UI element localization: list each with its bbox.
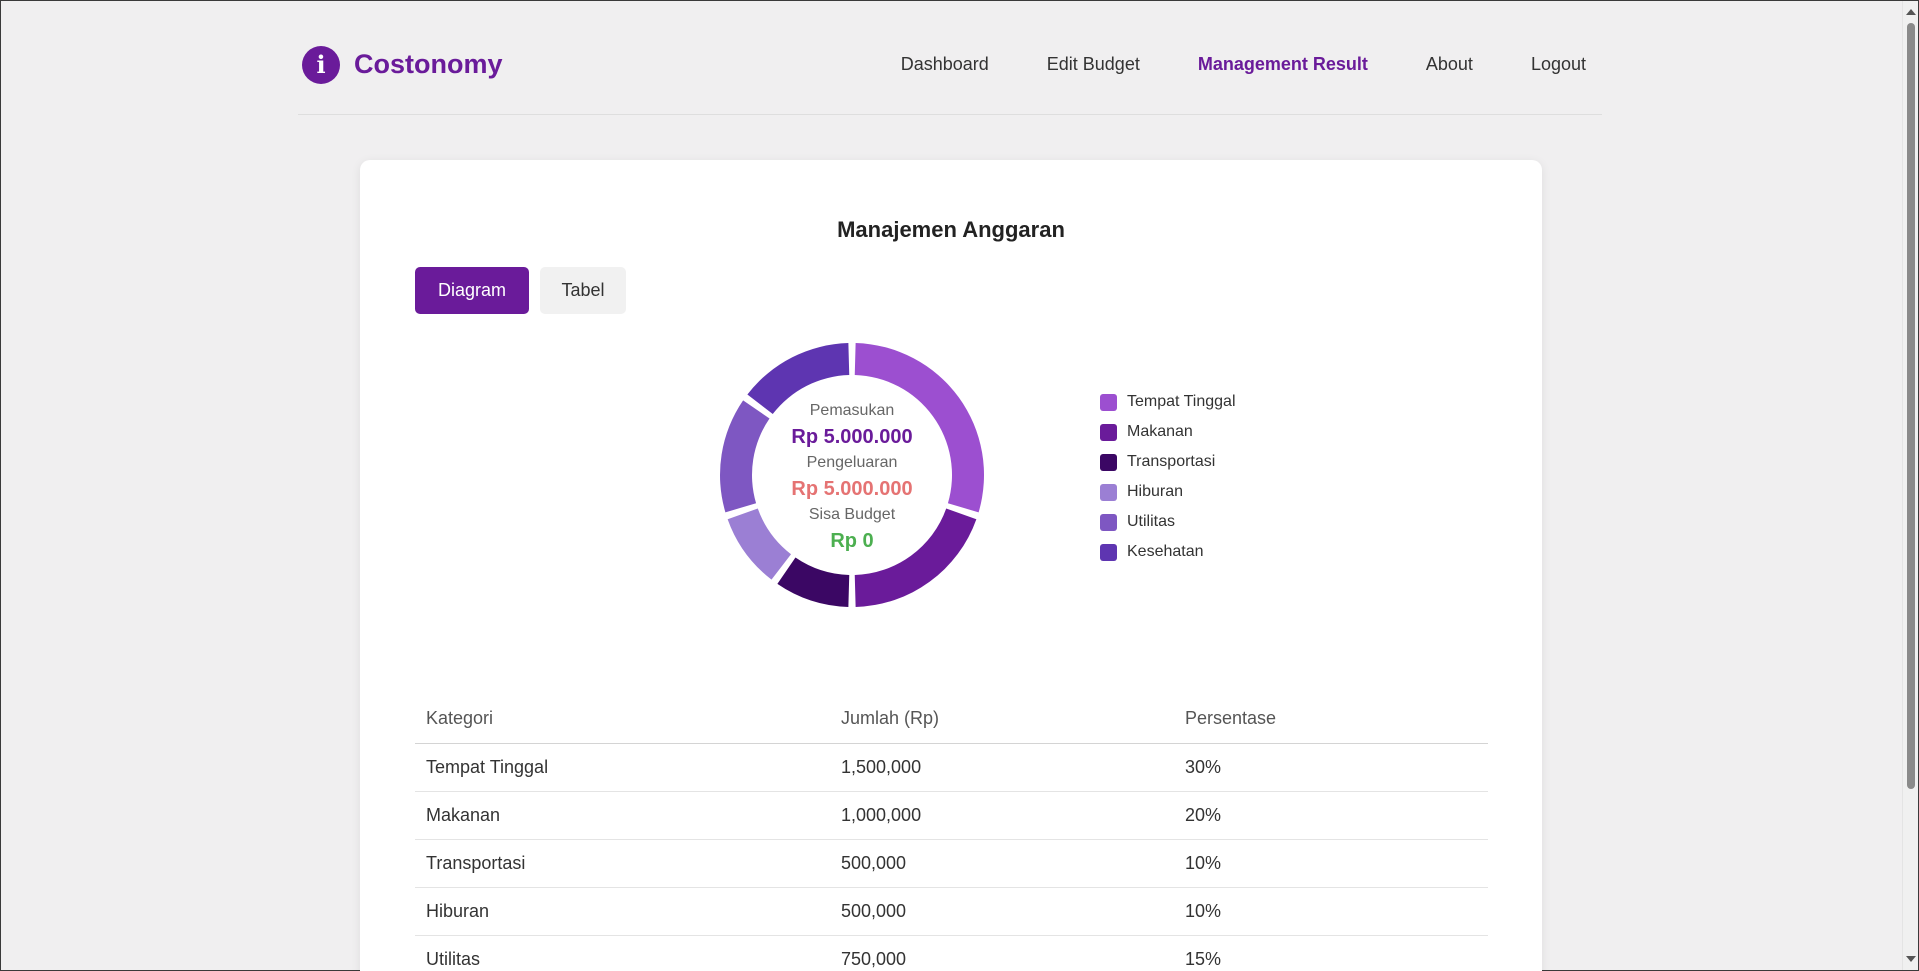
legend-item[interactable]: Utilitas (1100, 507, 1236, 537)
cell-category: Tempat Tinggal (415, 743, 830, 792)
legend-item[interactable]: Tempat Tinggal (1100, 387, 1236, 417)
brand-name: Costonomy (354, 49, 503, 79)
legend-item[interactable]: Hiburan (1100, 477, 1236, 507)
cell-percentage: 30% (1174, 743, 1488, 792)
page-title: Manajemen Anggaran (837, 217, 1065, 242)
cell-percentage: 10% (1174, 887, 1488, 936)
nav-edit-budget[interactable]: Edit Budget (1047, 54, 1140, 75)
top-navbar: i Costonomy Dashboard Edit Budget Manage… (298, 29, 1602, 115)
income-value: Rp 5.000.000 (791, 426, 913, 448)
legend-item[interactable]: Kesehatan (1100, 537, 1236, 567)
legend-swatch (1100, 393, 1117, 411)
nav-logout[interactable]: Logout (1531, 54, 1586, 75)
cell-category: Makanan (415, 791, 830, 840)
header-persentase: Persentase (1174, 695, 1488, 744)
view-tabs: Diagram Tabel (415, 267, 626, 314)
scroll-thumb[interactable] (1907, 23, 1915, 789)
cell-category: Hiburan (415, 887, 830, 936)
legend-label: Tempat Tinggal (1127, 393, 1236, 410)
cell-percentage: 20% (1174, 791, 1488, 840)
cell-amount: 1,500,000 (830, 743, 1174, 792)
expense-label: Pengeluaran (806, 454, 898, 471)
legend-label: Hiburan (1127, 483, 1184, 500)
budget-management-card: Manajemen Anggaran Diagram Tabel Pemasuk… (360, 160, 1542, 971)
legend-swatch (1100, 513, 1117, 531)
legend-label: Makanan (1127, 423, 1193, 440)
legend-item[interactable]: Transportasi (1100, 447, 1236, 477)
cell-amount: 500,000 (830, 887, 1174, 936)
cell-category: Transportasi (415, 839, 830, 888)
legend-label: Utilitas (1127, 513, 1176, 530)
expense-value: Rp 5.000.000 (791, 478, 913, 500)
cell-percentage: 10% (1174, 839, 1488, 888)
legend-item[interactable]: Makanan (1100, 417, 1236, 447)
nav-dashboard[interactable]: Dashboard (901, 54, 989, 75)
nav-links: Dashboard Edit Budget Management Result … (901, 54, 1602, 89)
tab-diagram[interactable]: Diagram (415, 267, 529, 314)
header-kategori: Kategori (415, 695, 830, 744)
scroll-up-icon[interactable] (1906, 9, 1916, 15)
legend-label: Kesehatan (1127, 543, 1204, 560)
legend-label: Transportasi (1127, 453, 1216, 470)
nav-about[interactable]: About (1426, 54, 1473, 75)
tab-tabel[interactable]: Tabel (540, 267, 626, 314)
browser-viewport: i Costonomy Dashboard Edit Budget Manage… (0, 0, 1919, 971)
vertical-scrollbar[interactable] (1902, 1, 1918, 970)
info-icon: i (302, 45, 340, 84)
table-row: Tempat Tinggal 1,500,000 30% (415, 743, 1488, 792)
slice-transportasi[interactable] (777, 557, 850, 607)
legend-swatch (1100, 423, 1117, 441)
remaining-label: Sisa Budget (808, 506, 896, 523)
table-row: Transportasi 500,000 10% (415, 839, 1488, 888)
legend-swatch (1100, 543, 1117, 561)
scroll-down-icon[interactable] (1906, 956, 1916, 962)
remaining-value: Rp 0 (830, 530, 874, 552)
budget-table: Kategori Jumlah (Rp) Persentase Tempat T… (415, 695, 1488, 971)
cell-amount: 750,000 (830, 935, 1174, 971)
budget-summary: Pemasukan Rp 5.000.000 Pengeluaran Rp 5.… (717, 400, 987, 556)
income-label: Pemasukan (809, 402, 895, 419)
cell-amount: 500,000 (830, 839, 1174, 888)
header-jumlah: Jumlah (Rp) (830, 695, 1174, 744)
table-row: Makanan 1,000,000 20% (415, 791, 1488, 840)
cell-category: Utilitas (415, 935, 830, 971)
brand-logo[interactable]: i Costonomy (298, 45, 503, 98)
legend-swatch (1100, 483, 1117, 501)
table-row: Hiburan 500,000 10% (415, 887, 1488, 936)
chart-legend: Tempat Tinggal Makanan Transportasi Hiburan… (1100, 387, 1236, 567)
cell-amount: 1,000,000 (830, 791, 1174, 840)
legend-swatch (1100, 453, 1117, 471)
table-row: Utilitas 750,000 15% (415, 935, 1488, 971)
cell-percentage: 15% (1174, 935, 1488, 971)
nav-management-result[interactable]: Management Result (1198, 54, 1368, 75)
table-header-row: Kategori Jumlah (Rp) Persentase (415, 695, 1488, 744)
